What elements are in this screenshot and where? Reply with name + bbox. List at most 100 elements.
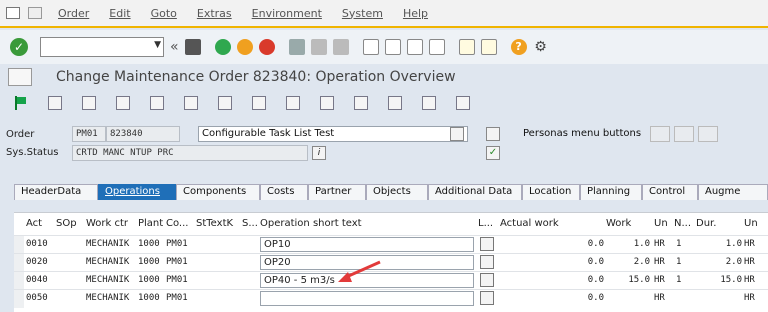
cancel-icon[interactable] — [258, 39, 275, 55]
cell-work: 2.0 — [633, 257, 650, 267]
printer-icon[interactable] — [184, 96, 198, 110]
calculator-icon[interactable] — [150, 96, 164, 110]
zoom-icon[interactable] — [456, 96, 470, 110]
col-n[interactable]: N... — [674, 213, 692, 235]
deselect-icon[interactable] — [422, 96, 436, 110]
status-info-icon[interactable]: i — [312, 146, 326, 160]
col-un[interactable]: Un — [654, 213, 674, 235]
exit-icon[interactable] — [236, 39, 253, 55]
table-icon[interactable] — [354, 96, 368, 110]
enter-check-icon[interactable]: ✓ — [10, 38, 28, 56]
cell-control-key: PM01 — [166, 275, 188, 285]
row-selector[interactable] — [14, 290, 24, 308]
col-sop[interactable]: SOp — [56, 213, 84, 235]
tab-components[interactable]: Components — [176, 184, 260, 200]
order-description-field[interactable]: Configurable Task List Test — [198, 126, 468, 142]
previous-page-icon[interactable] — [384, 39, 401, 55]
col-work[interactable]: Work — [606, 213, 646, 235]
personas-button-2[interactable] — [674, 126, 694, 142]
tab-costs[interactable]: Costs — [260, 184, 308, 200]
tab-augme[interactable]: Augme — [698, 184, 768, 200]
col-dur[interactable]: Dur. — [696, 213, 726, 235]
col-operation-short-text[interactable]: Operation short text — [260, 213, 476, 235]
print-order-icon[interactable] — [486, 127, 500, 141]
gear-icon[interactable]: ⚙ — [533, 39, 549, 55]
tab-additional-data[interactable]: Additional Data — [428, 184, 522, 200]
row-selector[interactable] — [14, 236, 24, 254]
table-row[interactable]: 0020 MECHANIK 1000 PM01 OP20 0.0 2.0 HR 1 2.0 HR — [14, 253, 768, 272]
command-field[interactable]: ▼ — [40, 37, 164, 57]
personas-button-1[interactable] — [650, 126, 670, 142]
col-co[interactable]: Co... — [166, 213, 196, 235]
standard-toolbar: ✓ ▼ « ? ⚙ — [0, 30, 768, 64]
col-work-ctr[interactable]: Work ctr — [86, 213, 136, 235]
col-actual-work[interactable]: Actual work — [500, 213, 596, 235]
tab-planning[interactable]: Planning — [580, 184, 642, 200]
table-row[interactable]: 0010 MECHANIK 1000 PM01 OP10 0.0 1.0 HR 1 1.0 HR — [14, 235, 768, 254]
operation-text-input[interactable]: OP10 — [260, 237, 474, 252]
col-un2[interactable]: Un — [744, 213, 764, 235]
release-icon[interactable] — [320, 96, 334, 110]
cell-activity: 0040 — [26, 275, 48, 285]
col-plant[interactable]: Plant — [138, 213, 166, 235]
long-text-icon[interactable] — [450, 127, 464, 141]
next-page-icon[interactable] — [406, 39, 423, 55]
tab-headerdata[interactable]: HeaderData — [14, 184, 98, 200]
tab-objects[interactable]: Objects — [366, 184, 428, 200]
back-icon[interactable] — [214, 39, 231, 55]
operation-text-input[interactable] — [260, 291, 474, 306]
long-text-button-icon[interactable] — [480, 273, 494, 287]
select-all-icon[interactable] — [388, 96, 402, 110]
check-icon[interactable]: ✓ — [486, 146, 500, 160]
shortcut-icon[interactable] — [480, 39, 497, 55]
page-title: Change Maintenance Order 823840: Operati… — [56, 69, 456, 85]
long-text-button-icon[interactable] — [480, 237, 494, 251]
operations-table: Act SOp Work ctr Plant Co... StTextK S..… — [14, 212, 768, 312]
list-icon[interactable] — [116, 96, 130, 110]
row-selector[interactable] — [14, 254, 24, 272]
col-sttextk[interactable]: StTextK — [196, 213, 242, 235]
cell-duration: 1.0 — [725, 239, 742, 249]
cell-number: 1 — [676, 239, 682, 249]
find-next-icon[interactable] — [332, 39, 349, 55]
first-page-icon[interactable] — [362, 39, 379, 55]
col-l[interactable]: L... — [478, 213, 498, 235]
cell-work-center: MECHANIK — [86, 257, 130, 267]
double-chevron-left-icon[interactable]: « — [170, 39, 179, 55]
new-session-icon[interactable] — [458, 39, 475, 55]
table-row[interactable]: 0050 MECHANIK 1000 PM01 0.0 HR HR — [14, 289, 768, 308]
last-page-icon[interactable] — [428, 39, 445, 55]
menu-goto[interactable]: Goto — [151, 7, 177, 20]
table-row[interactable]: 0040 MECHANIK 1000 PM01 OP40 - 5 m3/s 0.0 15.0… — [14, 271, 768, 290]
menu-system[interactable]: System — [342, 7, 383, 20]
long-text-button-icon[interactable] — [480, 291, 494, 305]
document-icon[interactable] — [252, 96, 266, 110]
menu-help[interactable]: Help — [403, 7, 428, 20]
page-icon[interactable] — [28, 7, 42, 19]
long-text-button-icon[interactable] — [480, 255, 494, 269]
print-icon[interactable] — [288, 39, 305, 55]
menu-extras[interactable]: Extras — [197, 7, 232, 20]
sap-menu-icon[interactable] — [6, 7, 20, 19]
flag-icon[interactable] — [14, 96, 28, 110]
tab-control[interactable]: Control — [642, 184, 698, 200]
tab-partner[interactable]: Partner — [308, 184, 366, 200]
col-act[interactable]: Act — [26, 213, 52, 235]
edit-pencil-icon[interactable] — [82, 96, 96, 110]
tab-operations[interactable]: Operations — [98, 184, 176, 200]
menu-icon[interactable] — [8, 68, 32, 86]
settings-icon[interactable] — [48, 96, 62, 110]
menu-edit[interactable]: Edit — [109, 7, 130, 20]
chart-icon[interactable] — [286, 96, 300, 110]
col-s[interactable]: S... — [242, 213, 260, 235]
row-selector[interactable] — [14, 272, 24, 290]
save-icon[interactable] — [184, 39, 201, 55]
personas-button-3[interactable] — [698, 126, 718, 142]
color-icon[interactable] — [218, 96, 232, 110]
menu-environment[interactable]: Environment — [252, 7, 322, 20]
menu-order[interactable]: Order — [58, 7, 89, 20]
find-icon[interactable] — [310, 39, 327, 55]
tab-location[interactable]: Location — [522, 184, 580, 200]
chevron-down-icon[interactable]: ▼ — [154, 40, 161, 50]
help-icon[interactable]: ? — [510, 39, 527, 55]
